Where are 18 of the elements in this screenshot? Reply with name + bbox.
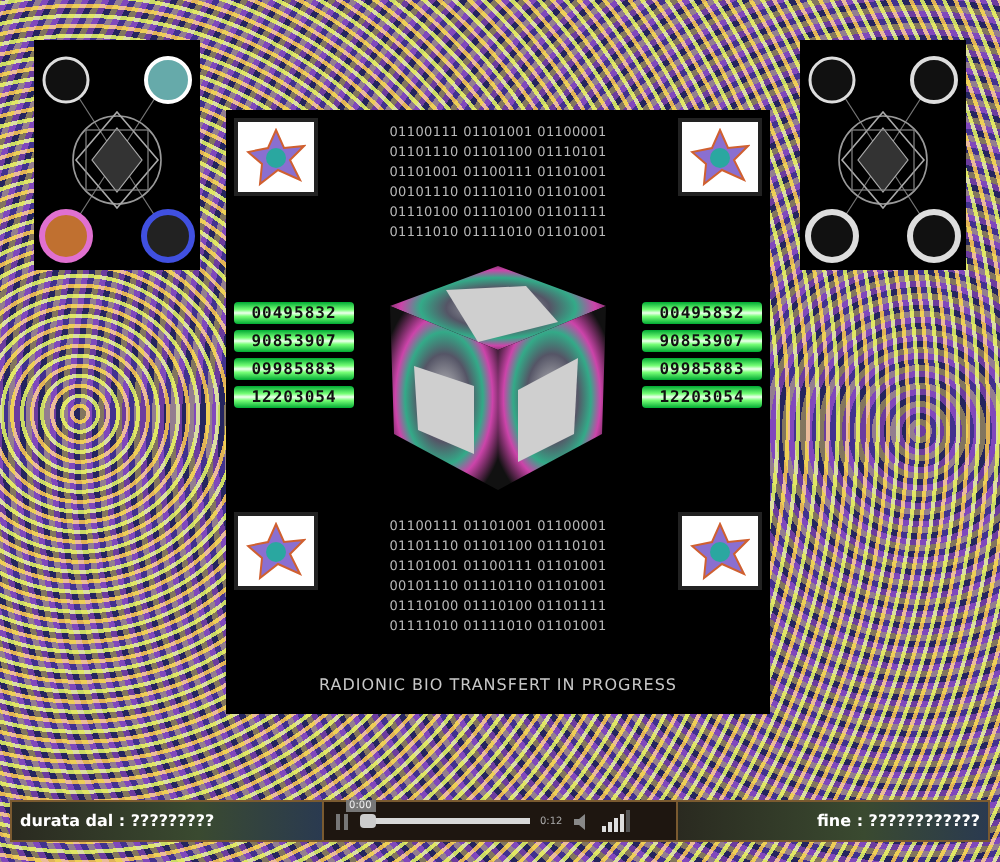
end-label: fine : ????????????: [678, 802, 988, 840]
pause-button[interactable]: [336, 813, 352, 829]
star-emblem-icon: [690, 127, 750, 187]
counter-display: 09985883: [642, 358, 762, 380]
volume-bars[interactable]: [602, 810, 631, 832]
counter-display: 00495832: [234, 302, 354, 324]
counter-display: 90853907: [234, 330, 354, 352]
star-emblem-icon: [690, 521, 750, 581]
start-label: durata dal : ?????????: [12, 802, 322, 840]
progress-handle[interactable]: [359, 814, 376, 828]
star-emblem-icon: [246, 521, 306, 581]
counter-display: 09985883: [234, 358, 354, 380]
counter-display: 12203054: [234, 386, 354, 408]
status-text: RADIONIC BIO TRANSFERT IN PROGRESS: [317, 676, 679, 694]
counter-display: 12203054: [642, 386, 762, 408]
star-emblem-icon: [246, 127, 306, 187]
counter-display: 90853907: [642, 330, 762, 352]
counter-display: 00495832: [642, 302, 762, 324]
